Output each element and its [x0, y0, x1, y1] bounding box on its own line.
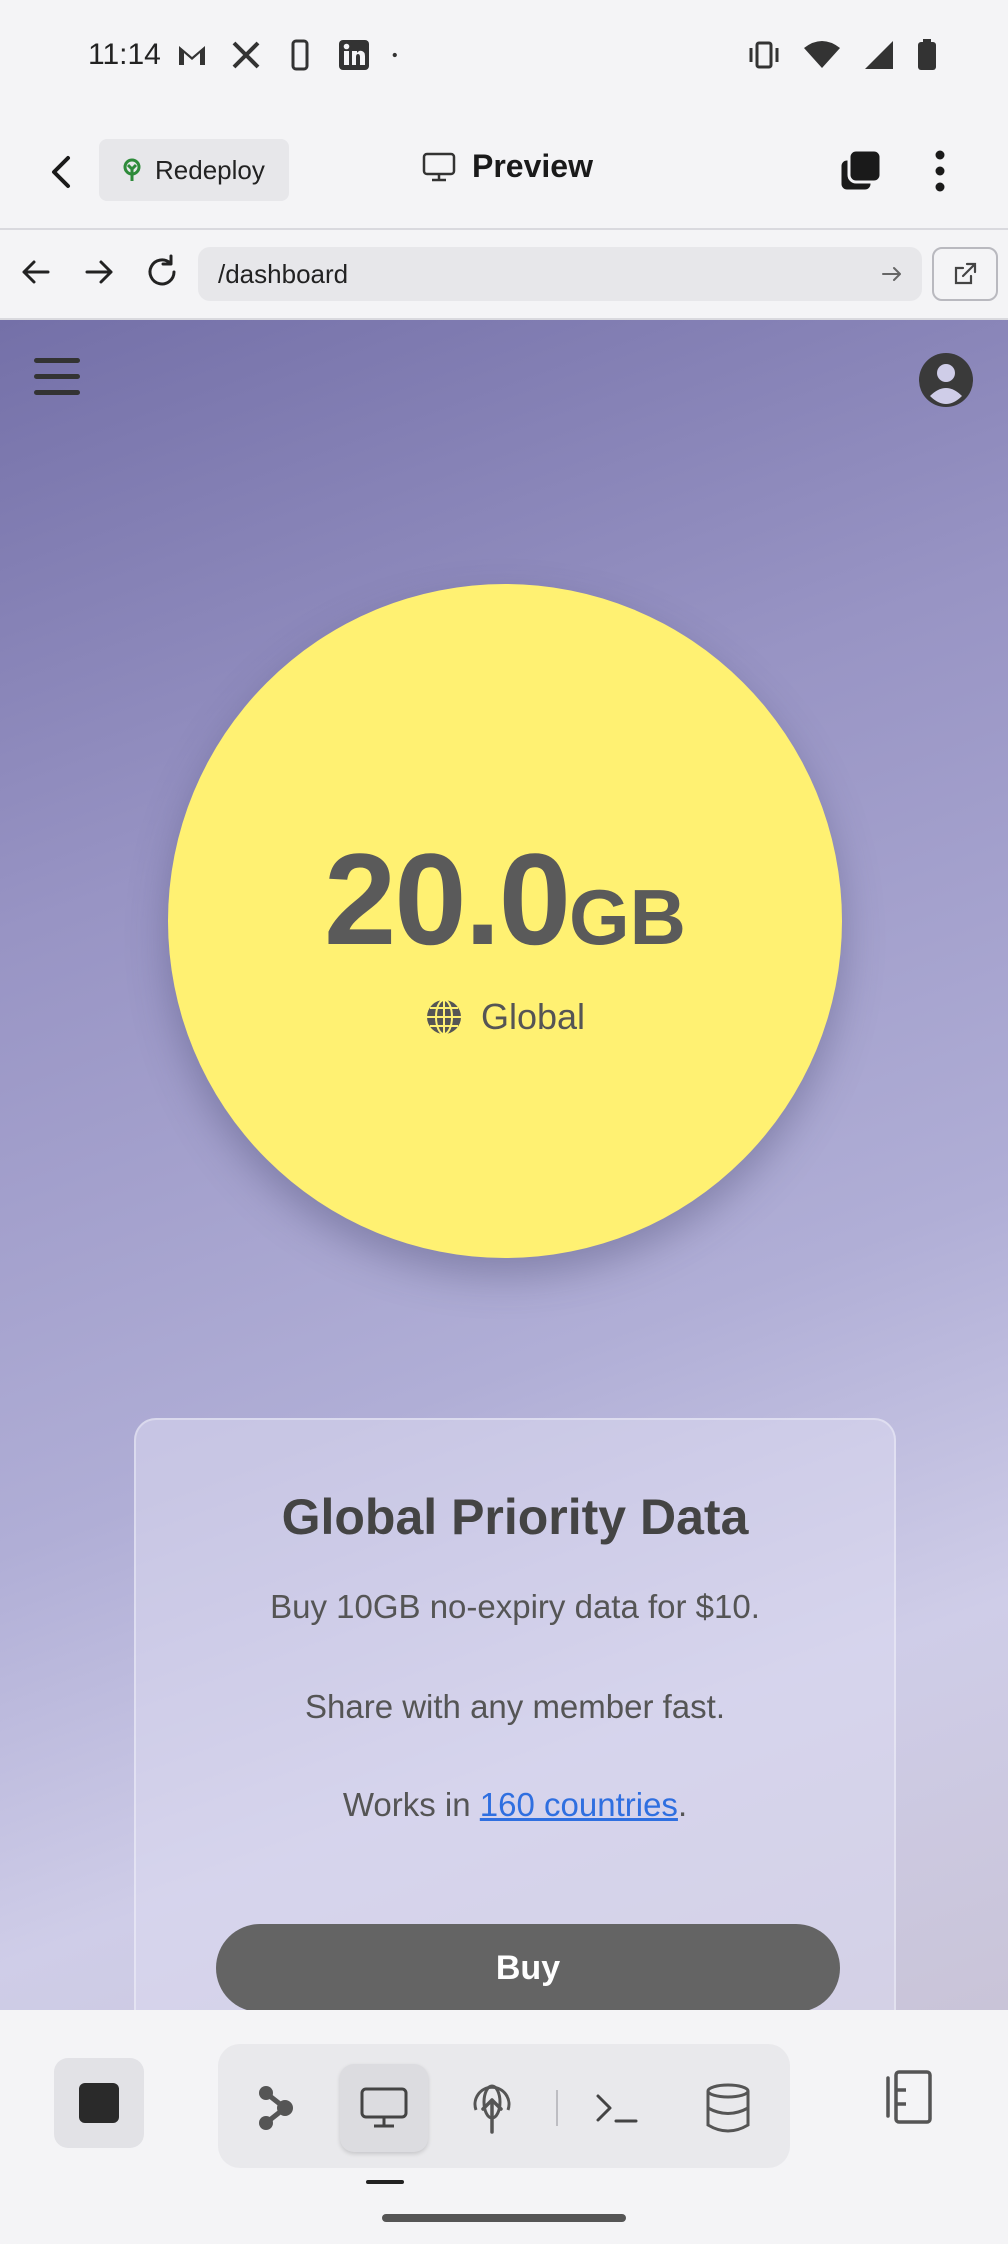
data-region: Global	[168, 996, 842, 1038]
stop-icon	[79, 2083, 119, 2123]
go-arrow-icon[interactable]	[878, 260, 906, 288]
globe-icon	[426, 999, 461, 1035]
promo-line-3: Works in 160 countries.	[136, 1786, 894, 1824]
redeploy-icon	[123, 158, 141, 181]
browser-bar: /dashboard	[0, 230, 1008, 320]
active-tab-indicator	[366, 2180, 404, 2184]
promo-line-1: Buy 10GB no-expiry data for $10.	[270, 1588, 760, 1625]
external-link-icon	[954, 262, 977, 285]
tool-nodes[interactable]	[232, 2064, 320, 2152]
data-amount-unit: GB	[569, 873, 687, 961]
tabs-icon[interactable]	[836, 147, 884, 195]
more-options-icon[interactable]	[920, 147, 960, 195]
linkedin-icon	[339, 40, 369, 70]
url-input[interactable]: /dashboard	[198, 247, 922, 301]
nodes-icon	[259, 2086, 293, 2130]
tool-preview[interactable]	[340, 2064, 428, 2152]
page-title-text: Preview	[472, 148, 593, 184]
data-amount-value: 20.0	[323, 826, 571, 972]
terminal-icon	[596, 2094, 638, 2123]
promo-line-3-prefix: Works in	[342, 1786, 480, 1823]
stop-button[interactable]	[54, 2058, 144, 2148]
promo-line-2: Share with any member fast.	[304, 1688, 725, 1725]
redeploy-button[interactable]: Redeploy	[99, 139, 289, 201]
notification-icons	[175, 38, 407, 72]
home-indicator[interactable]	[382, 2214, 626, 2222]
database-icon	[706, 2083, 750, 2133]
signal-icon	[865, 41, 893, 69]
dot-icon	[392, 52, 397, 58]
tool-separator	[556, 2090, 558, 2126]
monitor-icon	[422, 152, 456, 181]
tool-group	[218, 2044, 790, 2168]
battery-icon	[918, 39, 936, 70]
browser-back-icon[interactable]	[14, 250, 58, 294]
app-header: Redeploy Preview	[0, 115, 1008, 230]
data-region-label: Global	[480, 996, 586, 1037]
vibrate-icon	[749, 41, 779, 69]
bottom-toolbar	[0, 2010, 1008, 2244]
browser-forward-icon[interactable]	[77, 250, 121, 294]
buy-button[interactable]: Buy	[216, 1924, 840, 2010]
gmail-icon	[179, 46, 205, 65]
back-icon[interactable]	[40, 150, 84, 194]
system-icons	[746, 38, 938, 72]
promo-line-3-suffix: .	[677, 1786, 688, 1823]
promo-card: Global Priority Data Buy 10GB no-expiry …	[134, 1418, 896, 2010]
page-title: Preview	[422, 148, 593, 185]
redeploy-label: Redeploy	[155, 154, 265, 185]
countries-link[interactable]: 160 countries	[480, 1786, 678, 1823]
tool-deploy[interactable]	[448, 2064, 536, 2152]
wifi-icon	[804, 41, 840, 68]
preview-frame: 20.0GB Global Global Priority Data Buy 1…	[0, 320, 1008, 2010]
url-text: /dashboard	[218, 258, 349, 289]
status-bar: 11:14	[0, 0, 1008, 115]
reload-icon[interactable]	[140, 250, 184, 294]
promo-title: Global Priority Data	[281, 1489, 749, 1545]
profile-icon[interactable]	[918, 352, 974, 408]
data-amount: 20.0GB	[168, 824, 842, 974]
deploy-icon	[473, 2084, 511, 2134]
data-balance-circle: 20.0GB Global	[168, 584, 842, 1258]
split-view-icon[interactable]	[876, 2066, 940, 2130]
status-time: 11:14	[88, 38, 161, 71]
menu-icon[interactable]	[32, 354, 82, 400]
tool-terminal[interactable]	[572, 2064, 660, 2152]
open-external-button[interactable]	[932, 247, 998, 301]
nba-icon	[291, 39, 309, 71]
x-icon	[232, 41, 260, 69]
preview-icon	[360, 2087, 408, 2128]
tool-database[interactable]	[684, 2064, 772, 2152]
